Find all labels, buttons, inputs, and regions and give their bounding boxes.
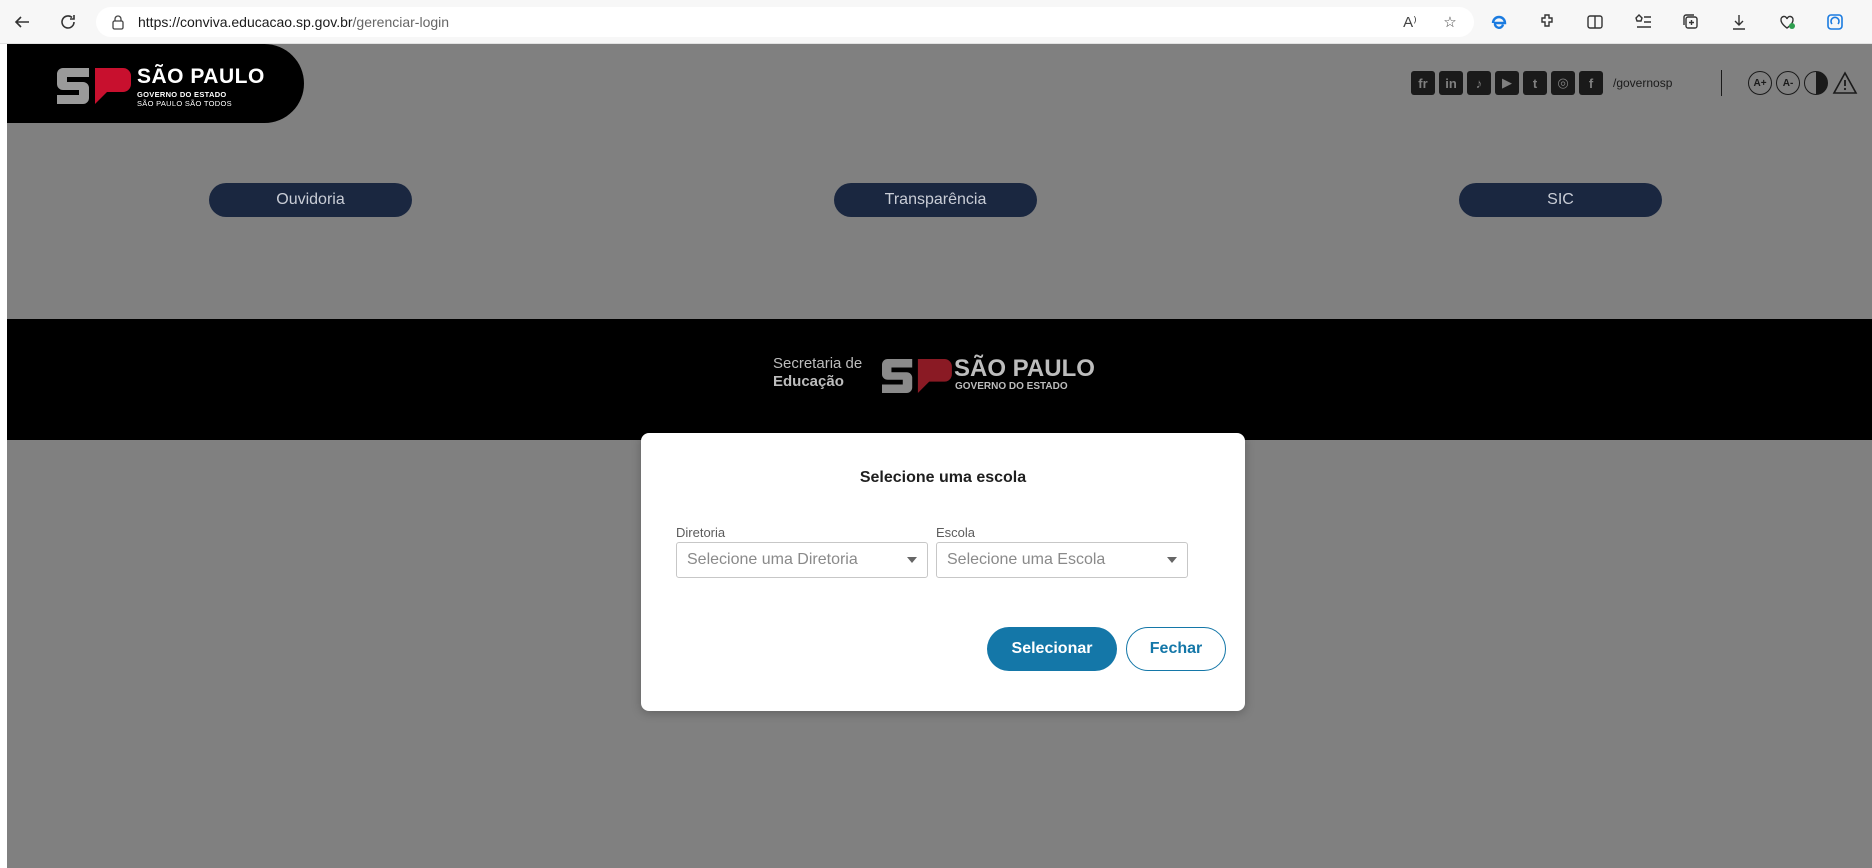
transparencia-button[interactable]: Transparência [834, 183, 1037, 217]
flickr-icon[interactable]: fr [1411, 71, 1435, 95]
sp-logo-mark-icon [57, 68, 131, 104]
browser-toolbar: https://conviva.educacao.sp.gov.br/geren… [0, 0, 1872, 44]
logo-title: SÃO PAULO [137, 65, 265, 88]
lock-icon [112, 15, 124, 30]
contrast-icon[interactable] [1804, 71, 1828, 95]
banner-subtitle: GOVERNO DO ESTADO [955, 381, 1068, 392]
educacao-label: Educação [773, 373, 844, 390]
warning-icon[interactable] [1832, 71, 1858, 95]
edge-copilot-icon[interactable] [1821, 10, 1849, 34]
refresh-icon[interactable] [54, 8, 82, 36]
download-icon[interactable] [1725, 10, 1753, 34]
url-host: https://conviva.educacao.sp.gov.br [138, 14, 353, 30]
logo-subtitle: GOVERNO DO ESTADO [137, 90, 227, 99]
escola-select[interactable]: Selecione uma Escola [936, 542, 1188, 578]
chevron-down-icon [907, 557, 917, 563]
extensions-icon[interactable] [1533, 10, 1561, 34]
read-aloud-icon[interactable]: A⁾ [1400, 12, 1420, 32]
social-links: fr in ♪ ▶ t ◎ f /governosp [1411, 71, 1672, 95]
favorite-star-icon[interactable]: ☆ [1440, 12, 1460, 32]
escola-label: Escola [936, 525, 976, 540]
escola-placeholder: Selecione uma Escola [947, 551, 1106, 568]
dialog-title: Selecione uma escola [859, 469, 1027, 486]
banner-title: SÃO PAULO [954, 355, 1095, 382]
sic-button[interactable]: SIC [1459, 183, 1662, 217]
page-overlay-background: SÃO PAULO GOVERNO DO ESTADO SÃO PAULO SÃ… [7, 44, 1872, 868]
accessibility-tools: A+ A- [1748, 71, 1858, 95]
ie-mode-icon[interactable] [1485, 10, 1513, 34]
diretoria-label: Diretoria [676, 525, 726, 540]
diretoria-placeholder: Selecione uma Diretoria [687, 551, 858, 568]
logo-tagline: SÃO PAULO SÃO TODOS [137, 99, 232, 108]
decrease-font-icon[interactable]: A- [1776, 71, 1800, 95]
selecionar-button[interactable]: Selecionar [987, 627, 1117, 671]
secretaria-label: Secretaria de [773, 355, 863, 372]
sp-logo-mark-icon [882, 359, 952, 393]
back-arrow-icon[interactable] [8, 8, 36, 36]
url-path: /gerenciar-login [352, 14, 450, 30]
social-handle[interactable]: /governosp [1613, 76, 1672, 90]
collections-icon[interactable] [1677, 10, 1705, 34]
ouvidoria-button[interactable]: Ouvidoria [209, 183, 412, 217]
secretaria-banner: Secretaria de Educação SÃO PAULO GOVERNO… [7, 319, 1872, 440]
address-bar[interactable]: https://conviva.educacao.sp.gov.br/geren… [96, 7, 1474, 37]
linkedin-icon[interactable]: in [1439, 71, 1463, 95]
fechar-button[interactable]: Fechar [1126, 627, 1226, 671]
select-school-dialog: Selecione uma escola Diretoria Selecione… [641, 433, 1245, 711]
url-text: https://conviva.educacao.sp.gov.br/geren… [138, 14, 449, 30]
increase-font-icon[interactable]: A+ [1748, 71, 1772, 95]
split-screen-icon[interactable] [1581, 10, 1609, 34]
facebook-icon[interactable]: f [1579, 71, 1603, 95]
header-divider [1721, 70, 1722, 96]
favorites-list-icon[interactable] [1629, 10, 1657, 34]
twitter-icon[interactable]: t [1523, 71, 1547, 95]
sao-paulo-logo[interactable]: SÃO PAULO GOVERNO DO ESTADO SÃO PAULO SÃ… [7, 44, 304, 123]
browser-essentials-icon[interactable] [1773, 10, 1801, 34]
instagram-icon[interactable]: ◎ [1551, 71, 1575, 95]
youtube-icon[interactable]: ▶ [1495, 71, 1519, 95]
chevron-down-icon [1167, 557, 1177, 563]
tiktok-icon[interactable]: ♪ [1467, 71, 1491, 95]
diretoria-select[interactable]: Selecione uma Diretoria [676, 542, 928, 578]
